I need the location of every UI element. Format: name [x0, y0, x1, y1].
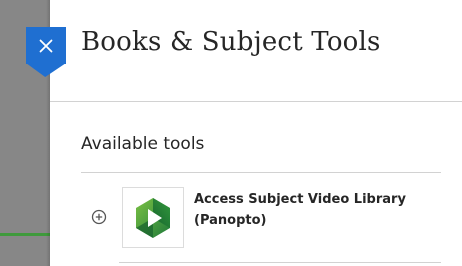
plus-circle-icon[interactable] [91, 209, 107, 225]
panopto-logo-icon [136, 197, 170, 238]
panel-title: Books & Subject Tools [81, 27, 381, 57]
close-panel-button[interactable] [26, 27, 66, 64]
header-divider [50, 101, 462, 102]
tool-name-link[interactable]: Access Subject Video Library (Panopto) [194, 189, 434, 231]
tool-list-item: Access Subject Video Library (Panopto) [81, 173, 441, 263]
section-heading: Available tools [81, 134, 205, 154]
tool-thumbnail[interactable] [122, 187, 184, 248]
close-icon [39, 39, 53, 52]
backdrop-accent-line [0, 233, 50, 236]
row-divider [119, 262, 441, 263]
